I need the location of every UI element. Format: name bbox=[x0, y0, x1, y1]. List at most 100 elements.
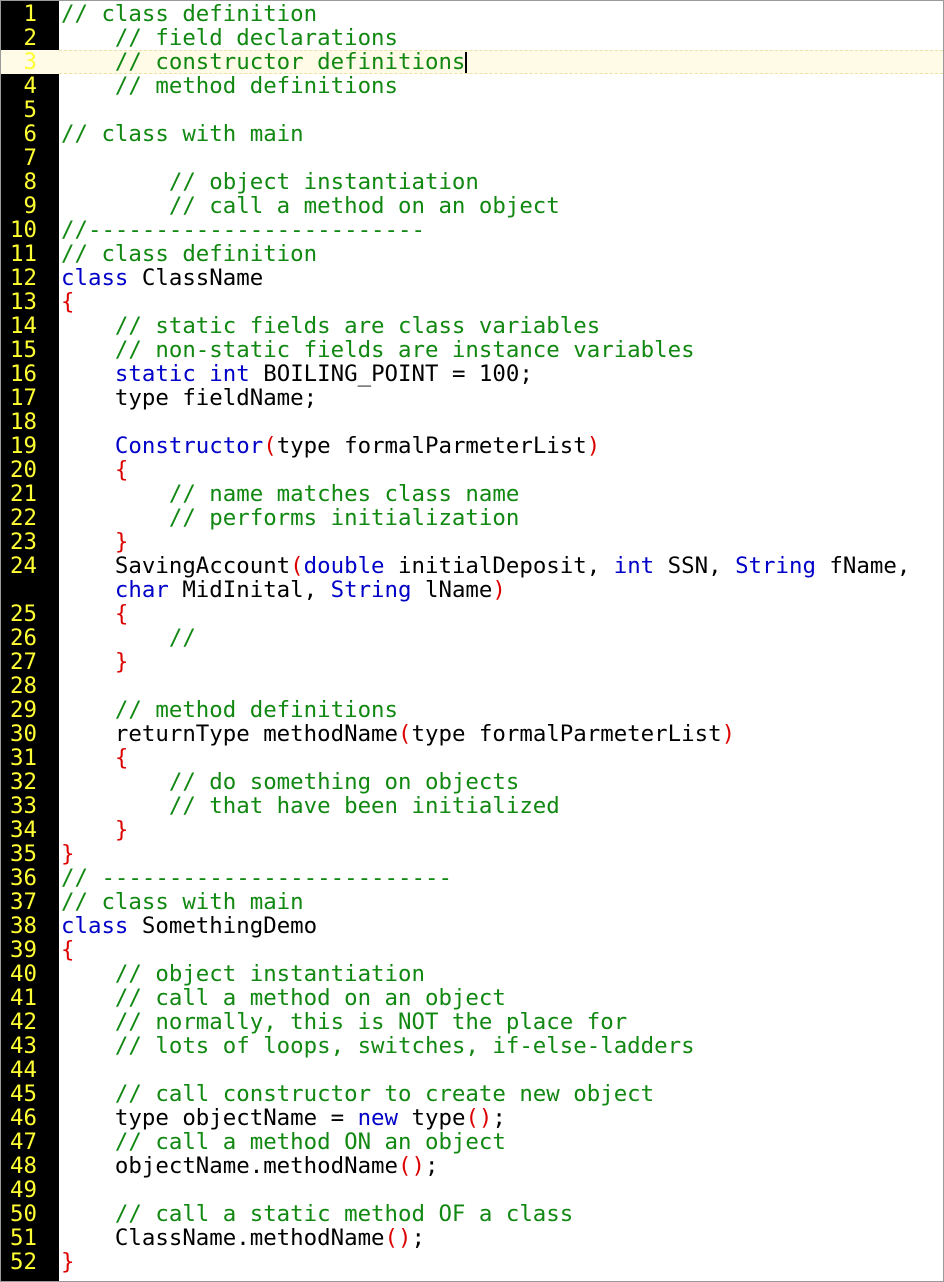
code-text[interactable]: // constructor definitions bbox=[61, 50, 943, 74]
code-line[interactable]: 22 // performs initialization bbox=[1, 506, 943, 530]
code-line[interactable]: 20 { bbox=[1, 458, 943, 482]
code-line[interactable]: 41 // call a method on an object bbox=[1, 986, 943, 1010]
code-text[interactable]: { bbox=[61, 602, 943, 626]
code-line[interactable]: 9 // call a method on an object bbox=[1, 194, 943, 218]
code-line[interactable]: 31 { bbox=[1, 746, 943, 770]
code-line[interactable]: 2 // field declarations bbox=[1, 26, 943, 50]
code-line[interactable]: 18 bbox=[1, 410, 943, 434]
code-line[interactable]: 42 // normally, this is NOT the place fo… bbox=[1, 1010, 943, 1034]
code-line[interactable]: 23 } bbox=[1, 530, 943, 554]
code-text[interactable]: // that have been initialized bbox=[61, 794, 943, 818]
code-line[interactable]: 5 bbox=[1, 98, 943, 122]
code-text[interactable]: // call a method ON an object bbox=[61, 1130, 943, 1154]
code-text[interactable]: class SomethingDemo bbox=[61, 914, 943, 938]
code-text[interactable]: // -------------------------- bbox=[61, 866, 943, 890]
code-line[interactable]: 17 type fieldName; bbox=[1, 386, 943, 410]
code-text[interactable]: } bbox=[61, 1250, 943, 1274]
code-line[interactable]: 1 // class definition bbox=[1, 2, 943, 26]
code-text[interactable]: { bbox=[61, 290, 943, 314]
code-text[interactable]: SavingAccount(double initialDeposit, int… bbox=[61, 554, 943, 602]
code-line[interactable]: 13 { bbox=[1, 290, 943, 314]
code-text[interactable]: // class with main bbox=[61, 890, 943, 914]
code-line[interactable]: 24 SavingAccount(double initialDeposit, … bbox=[1, 554, 943, 602]
code-line[interactable]: 21 // name matches class name bbox=[1, 482, 943, 506]
code-line[interactable]: 6 // class with main bbox=[1, 122, 943, 146]
code-text[interactable]: // name matches class name bbox=[61, 482, 943, 506]
code-text[interactable]: // method definitions bbox=[61, 74, 943, 98]
code-line[interactable]: 43 // lots of loops, switches, if-else-l… bbox=[1, 1034, 943, 1058]
code-line[interactable]: 29 // method definitions bbox=[1, 698, 943, 722]
code-line[interactable]: 46 type objectName = new type(); bbox=[1, 1106, 943, 1130]
code-line[interactable]: 35} bbox=[1, 842, 943, 866]
code-line[interactable]: 7 bbox=[1, 146, 943, 170]
code-text[interactable]: returnType methodName(type formalParmete… bbox=[61, 722, 943, 746]
code-text[interactable]: // normally, this is NOT the place for bbox=[61, 1010, 943, 1034]
code-line[interactable]: 8 // object instantiation bbox=[1, 170, 943, 194]
code-text[interactable]: static int BOILING_POINT = 100; bbox=[61, 362, 943, 386]
code-line[interactable]: 27 } bbox=[1, 650, 943, 674]
code-line[interactable]: 3 // constructor definitions bbox=[1, 50, 943, 74]
code-text[interactable]: // performs initialization bbox=[61, 506, 943, 530]
code-line[interactable]: 51 ClassName.methodName(); bbox=[1, 1226, 943, 1250]
code-line[interactable]: 40 // object instantiation bbox=[1, 962, 943, 986]
code-text[interactable]: type objectName = new type(); bbox=[61, 1106, 943, 1130]
code-line[interactable]: 11 // class definition bbox=[1, 242, 943, 266]
code-text[interactable]: // static fields are class variables bbox=[61, 314, 943, 338]
code-text[interactable]: class ClassName bbox=[61, 266, 943, 290]
code-text[interactable]: } bbox=[61, 530, 943, 554]
code-line[interactable]: 4 // method definitions bbox=[1, 74, 943, 98]
code-line[interactable]: 10 //------------------------- bbox=[1, 218, 943, 242]
code-text[interactable]: } bbox=[61, 650, 943, 674]
code-text[interactable]: // bbox=[61, 626, 943, 650]
code-line[interactable]: 48 objectName.methodName(); bbox=[1, 1154, 943, 1178]
code-text[interactable]: { bbox=[61, 458, 943, 482]
code-text[interactable]: { bbox=[61, 938, 943, 962]
code-text[interactable]: Constructor(type formalParmeterList) bbox=[61, 434, 943, 458]
code-line[interactable]: 33 // that have been initialized bbox=[1, 794, 943, 818]
code-text[interactable]: { bbox=[61, 746, 943, 770]
code-line[interactable]: 50 // call a static method OF a class bbox=[1, 1202, 943, 1226]
code-text[interactable]: type fieldName; bbox=[61, 386, 943, 410]
code-line[interactable]: 52} bbox=[1, 1250, 943, 1274]
code-line[interactable]: 38 class SomethingDemo bbox=[1, 914, 943, 938]
code-line[interactable]: 12 class ClassName bbox=[1, 266, 943, 290]
code-text[interactable]: // object instantiation bbox=[61, 962, 943, 986]
code-line[interactable]: 47 // call a method ON an object bbox=[1, 1130, 943, 1154]
code-line[interactable]: 49 bbox=[1, 1178, 943, 1202]
code-line[interactable]: 44 bbox=[1, 1058, 943, 1082]
code-line[interactable]: 19 Constructor(type formalParmeterList) bbox=[1, 434, 943, 458]
code-text[interactable]: // class with main bbox=[61, 122, 943, 146]
code-text[interactable]: // class definition bbox=[61, 242, 943, 266]
code-text[interactable]: } bbox=[61, 842, 943, 866]
code-line[interactable]: 34 } bbox=[1, 818, 943, 842]
code-text[interactable]: // do something on objects bbox=[61, 770, 943, 794]
code-line[interactable]: 14 // static fields are class variables bbox=[1, 314, 943, 338]
code-line[interactable]: 16 static int BOILING_POINT = 100; bbox=[1, 362, 943, 386]
code-line[interactable]: 36 // -------------------------- bbox=[1, 866, 943, 890]
code-text[interactable]: // class definition bbox=[61, 2, 943, 26]
code-line[interactable]: 26 // bbox=[1, 626, 943, 650]
code-text[interactable]: objectName.methodName(); bbox=[61, 1154, 943, 1178]
code-text[interactable]: // object instantiation bbox=[61, 170, 943, 194]
code-lines[interactable]: 1// class definition 2 // field declarati… bbox=[1, 2, 943, 1274]
code-text[interactable]: //------------------------- bbox=[61, 218, 943, 242]
code-text[interactable]: // call a method on an object bbox=[61, 986, 943, 1010]
code-line[interactable]: 45 // call constructor to create new obj… bbox=[1, 1082, 943, 1106]
code-line[interactable]: 30 returnType methodName(type formalParm… bbox=[1, 722, 943, 746]
code-text[interactable]: // call constructor to create new object bbox=[61, 1082, 943, 1106]
code-text[interactable]: ClassName.methodName(); bbox=[61, 1226, 943, 1250]
code-editor[interactable]: 1// class definition 2 // field declarati… bbox=[0, 0, 944, 1282]
code-text[interactable]: // call a method on an object bbox=[61, 194, 943, 218]
code-text[interactable]: // field declarations bbox=[61, 26, 943, 50]
code-text[interactable]: // lots of loops, switches, if-else-ladd… bbox=[61, 1034, 943, 1058]
code-line[interactable]: 32 // do something on objects bbox=[1, 770, 943, 794]
code-line[interactable]: 37 // class with main bbox=[1, 890, 943, 914]
code-text[interactable]: } bbox=[61, 818, 943, 842]
code-line[interactable]: 25 { bbox=[1, 602, 943, 626]
code-text[interactable]: // call a static method OF a class bbox=[61, 1202, 943, 1226]
code-line[interactable]: 15 // non-static fields are instance var… bbox=[1, 338, 943, 362]
code-text[interactable]: // non-static fields are instance variab… bbox=[61, 338, 943, 362]
code-line[interactable]: 28 bbox=[1, 674, 943, 698]
code-line[interactable]: 39 { bbox=[1, 938, 943, 962]
code-text[interactable]: // method definitions bbox=[61, 698, 943, 722]
